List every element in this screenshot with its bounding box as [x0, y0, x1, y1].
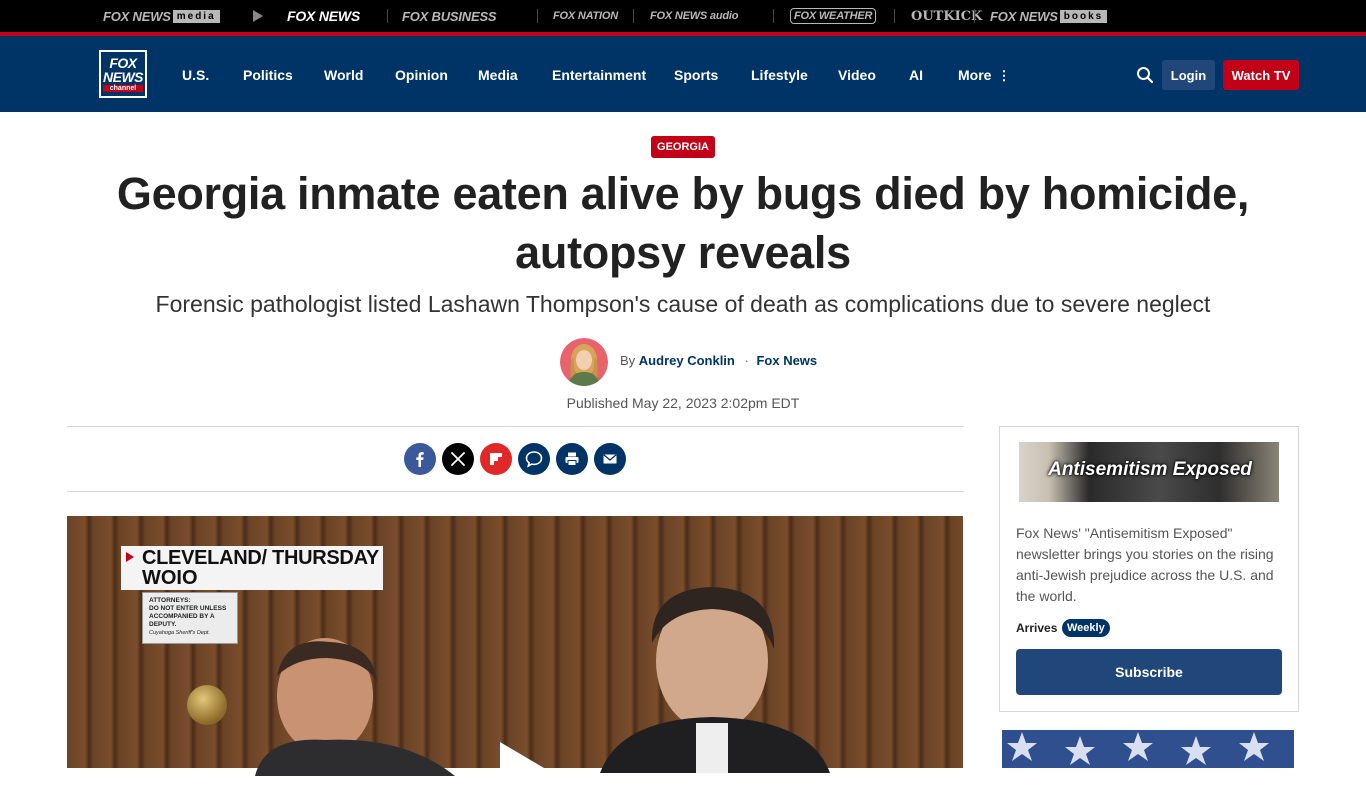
brand-divider	[387, 9, 388, 23]
brand-divider	[537, 9, 538, 23]
author-photo	[560, 338, 608, 386]
flipboard-icon	[490, 453, 502, 465]
facebook-icon	[416, 452, 424, 467]
published-date: Published May 22, 2023 2:02pm EDT	[566, 395, 800, 411]
brand-outkick[interactable]: OUTKICK	[911, 8, 982, 24]
brand-divider	[894, 9, 895, 23]
newsletter-frequency-badge: Weekly	[1062, 619, 1110, 637]
x-icon	[451, 452, 465, 466]
nav-item-opinion[interactable]: Opinion	[395, 67, 448, 83]
nav-item-lifestyle[interactable]: Lifestyle	[751, 67, 808, 83]
comments-icon	[525, 451, 543, 468]
newsletter-arrives-label: Arrives	[1016, 621, 1058, 635]
video-person-left	[255, 638, 455, 776]
print-button[interactable]	[556, 443, 588, 475]
byline: By Audrey Conklin · Fox News	[620, 353, 818, 368]
brand-divider	[773, 9, 774, 23]
chyron-arrow-icon	[126, 552, 134, 562]
nav-item-more[interactable]: More ⋮	[958, 67, 1010, 84]
nav-item-ai[interactable]: AI	[909, 67, 923, 83]
nav-item-video[interactable]: Video	[838, 67, 876, 83]
door-knob	[187, 685, 227, 725]
nav-item-entertainment[interactable]: Entertainment	[552, 67, 646, 83]
more-dots-icon: ⋮	[997, 68, 1011, 83]
email-share-button[interactable]	[594, 443, 626, 475]
brand-fox-weather[interactable]: FOX WEATHER	[790, 8, 877, 24]
stars-flag-image	[1002, 730, 1294, 768]
divider	[67, 426, 964, 427]
author-avatar[interactable]	[560, 338, 608, 386]
email-icon	[603, 454, 617, 464]
brand-divider	[974, 9, 975, 23]
nav-item-world[interactable]: World	[324, 67, 363, 83]
video-play-button[interactable]	[500, 742, 544, 794]
sidebar-promo-image[interactable]	[1002, 730, 1294, 768]
article-subhead: Forensic pathologist listed Lashawn Thom…	[155, 291, 1211, 317]
outlet-link[interactable]: Fox News	[756, 353, 817, 368]
newsletter-subscribe-button[interactable]: Subscribe	[1016, 649, 1282, 695]
newsletter-banner-title: Antisemitism Exposed	[1048, 459, 1252, 480]
newsletter-description: Fox News' "Antisemitism Exposed" newslet…	[1016, 525, 1274, 604]
divider	[67, 491, 964, 492]
brand-fox-news-media[interactable]: FOX NEWS media	[103, 8, 220, 24]
brand-divider	[633, 9, 634, 23]
nav-item-media[interactable]: Media	[478, 67, 518, 83]
flipboard-share-button[interactable]	[480, 443, 512, 475]
brand-fox-news-books[interactable]: FOX NEWS books	[990, 8, 1108, 24]
article-headline: Georgia inmate eaten alive by bugs died …	[116, 168, 1250, 278]
brand-fox-news[interactable]: FOX NEWS	[287, 8, 360, 24]
category-eyebrow[interactable]: GEORGIA	[651, 136, 715, 158]
play-arrow-icon	[253, 10, 263, 22]
brand-fox-nation[interactable]: FOX NATION	[553, 8, 618, 24]
login-button[interactable]: Login	[1162, 60, 1215, 90]
nav-item-sports[interactable]: Sports	[674, 67, 718, 83]
door-sign: ATTORNEYS: DO NOT ENTER UNLESS ACCOMPANI…	[142, 592, 238, 644]
author-link[interactable]: Audrey Conklin	[639, 353, 735, 368]
brand-fox-news-audio[interactable]: FOX NEWS audio	[650, 8, 738, 24]
facebook-share-button[interactable]	[404, 443, 436, 475]
main-navigation: FOX NEWS channel U.S. Politics World Opi…	[0, 36, 1366, 112]
x-share-button[interactable]	[442, 443, 474, 475]
video-person-right	[600, 587, 830, 773]
comments-button[interactable]	[518, 443, 550, 475]
nav-item-us[interactable]: U.S.	[182, 67, 209, 83]
nav-item-politics[interactable]: Politics	[243, 67, 293, 83]
fox-news-logo[interactable]: FOX NEWS channel	[99, 50, 147, 98]
chyron-source: WOIO	[142, 567, 198, 589]
print-icon	[565, 452, 579, 466]
brand-fox-business[interactable]: FOX BUSINESS	[402, 8, 497, 24]
watch-tv-button[interactable]: Watch TV	[1223, 60, 1299, 90]
search-icon[interactable]	[1136, 66, 1154, 84]
